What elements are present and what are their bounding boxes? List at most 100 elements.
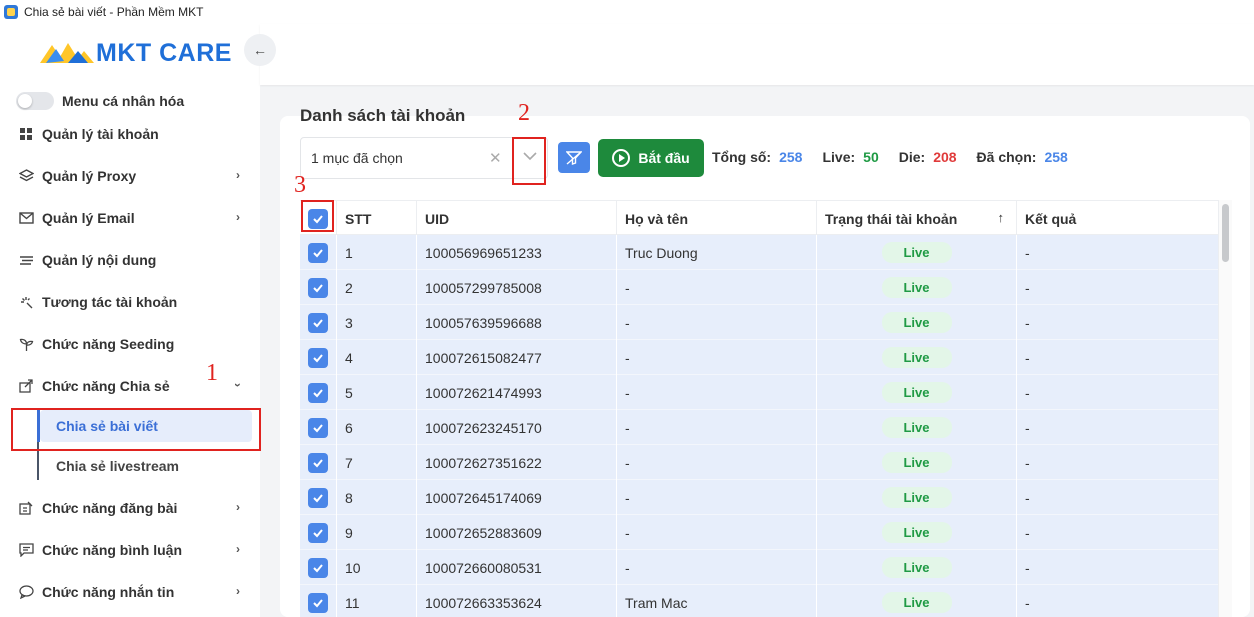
table-row[interactable]: 10 100072660080531- Live - xyxy=(300,550,1232,585)
sidebar-item-accounts[interactable]: Quản lý tài khoản xyxy=(18,120,244,148)
cell-stt: 8 xyxy=(337,480,417,515)
status-badge: Live xyxy=(881,592,952,613)
comment-icon xyxy=(18,542,34,558)
table-row[interactable]: 1 100056969651233 Truc Duong Live - xyxy=(300,235,1232,270)
row-checkbox[interactable] xyxy=(308,452,328,473)
row-checkbox-cell xyxy=(300,550,337,585)
annotation-number-3: 3 xyxy=(294,172,306,198)
sidebar-item-comment[interactable]: Chức năng bình luận › xyxy=(18,536,244,564)
clear-icon[interactable]: ✕ xyxy=(489,149,502,167)
sidebar-subitem-share-livestream[interactable]: Chia sẻ livestream xyxy=(40,450,252,482)
table-scrollbar-track[interactable] xyxy=(1218,200,1232,617)
sidebar-item-interaction[interactable]: Tương tác tài khoản xyxy=(18,288,244,316)
cell-stt: 1 xyxy=(337,235,417,270)
row-checkbox[interactable] xyxy=(308,487,328,508)
sidebar-item-proxy[interactable]: Quản lý Proxy › xyxy=(18,162,244,190)
cell-stt: 5 xyxy=(337,375,417,410)
sidebar-item-label: Quản lý tài khoản xyxy=(42,126,159,142)
row-checkbox-cell xyxy=(300,270,337,305)
column-header-status[interactable]: Trạng thái tài khoản ↑ xyxy=(817,201,1017,236)
cell-stt: 3 xyxy=(337,305,417,340)
status-badge: Live xyxy=(881,487,952,508)
chevron-right-icon: › xyxy=(236,542,240,556)
start-button[interactable]: Bắt đầu xyxy=(598,139,704,177)
cell-name: - xyxy=(617,480,817,515)
row-checkbox[interactable] xyxy=(308,592,328,613)
row-checkbox-cell xyxy=(300,585,337,617)
table-row[interactable]: 2 100057299785008- Live - xyxy=(300,270,1232,305)
row-checkbox-cell xyxy=(300,445,337,480)
row-checkbox[interactable] xyxy=(308,382,328,403)
filter-off-icon xyxy=(566,150,582,165)
table-row[interactable]: 5 100072621474993- Live - xyxy=(300,375,1232,410)
row-checkbox[interactable] xyxy=(308,242,328,263)
annotation-box-2 xyxy=(512,137,546,185)
column-header-uid[interactable]: UID xyxy=(417,201,617,236)
sidebar-item-posting[interactable]: Chức năng đăng bài › xyxy=(18,494,244,522)
stat-die: Die: 208 xyxy=(899,149,957,165)
play-circle-icon xyxy=(612,149,631,167)
status-badge: Live xyxy=(881,417,952,438)
table-row[interactable]: 6 100072623245170- Live - xyxy=(300,410,1232,445)
status-badge: Live xyxy=(881,382,952,403)
column-header-stt[interactable]: STT xyxy=(337,201,417,236)
status-badge: Live xyxy=(881,557,952,578)
stat-label: Die: xyxy=(898,149,926,165)
cell-name: Truc Duong xyxy=(617,235,817,270)
sidebar-item-content[interactable]: Quản lý nội dung xyxy=(18,246,244,274)
sidebar-item-label: Chức năng đăng bài xyxy=(42,500,178,516)
row-checkbox[interactable] xyxy=(308,277,328,298)
row-checkbox[interactable] xyxy=(308,522,328,543)
column-header-name[interactable]: Họ và tên xyxy=(617,201,817,236)
cell-uid: 100072627351622 xyxy=(417,445,617,480)
cell-name: - xyxy=(617,410,817,445)
cell-result: - xyxy=(1017,270,1232,305)
personalize-menu-toggle[interactable] xyxy=(16,92,54,110)
row-checkbox[interactable] xyxy=(308,312,328,333)
cell-uid: 100072623245170 xyxy=(417,410,617,445)
table-row[interactable]: 4 100072615082477- Live - xyxy=(300,340,1232,375)
cell-stt: 9 xyxy=(337,515,417,550)
cell-stt: 10 xyxy=(337,550,417,585)
stat-total: Tổng số: 258 xyxy=(712,149,802,165)
cell-result: - xyxy=(1017,410,1232,445)
cell-status: Live xyxy=(817,235,1017,270)
row-checkbox[interactable] xyxy=(308,557,328,578)
cell-status: Live xyxy=(817,340,1017,375)
cell-stt: 6 xyxy=(337,410,417,445)
stat-value: 258 xyxy=(779,149,803,165)
post-icon xyxy=(18,500,34,516)
row-checkbox-cell xyxy=(300,340,337,375)
chevron-down-icon: › xyxy=(231,383,245,387)
row-checkbox[interactable] xyxy=(308,347,328,368)
table-row[interactable]: 11 100072663353624 Tram Mac Live - xyxy=(300,585,1232,617)
table-row[interactable]: 7 100072627351622- Live - xyxy=(300,445,1232,480)
cell-result: - xyxy=(1017,550,1232,585)
table-scrollbar-thumb[interactable] xyxy=(1222,204,1229,262)
sort-up-icon[interactable]: ↑ xyxy=(998,210,1005,225)
clear-filter-button[interactable] xyxy=(558,142,590,173)
selection-dropdown[interactable]: 1 mục đã chọn ✕ xyxy=(300,137,548,179)
cell-result: - xyxy=(1017,340,1232,375)
sidebar-item-seeding[interactable]: Chức năng Seeding xyxy=(18,330,244,358)
column-header-result[interactable]: Kết quả xyxy=(1017,201,1232,236)
cell-name: - xyxy=(617,270,817,305)
layers-icon xyxy=(18,168,34,184)
chevron-right-icon: › xyxy=(236,210,240,224)
table-row[interactable]: 3 100057639596688- Live - xyxy=(300,305,1232,340)
window-title: Chia sẻ bài viết - Phần Mềm MKT xyxy=(24,5,204,19)
sidebar-item-email[interactable]: Quản lý Email › xyxy=(18,204,244,232)
table-row[interactable]: 8 100072645174069- Live - xyxy=(300,480,1232,515)
cell-name: - xyxy=(617,550,817,585)
sidebar-item-label: Tương tác tài khoản xyxy=(42,294,178,310)
cell-status: Live xyxy=(817,480,1017,515)
share-icon xyxy=(18,378,34,394)
row-checkbox[interactable] xyxy=(308,417,328,438)
table-row[interactable]: 9 100072652883609- Live - xyxy=(300,515,1232,550)
annotation-box-1 xyxy=(11,408,261,451)
cell-uid: 100072663353624 xyxy=(417,585,617,617)
table-header: STT UID Họ và tên Trạng thái tài khoản ↑… xyxy=(300,200,1232,236)
sidebar-item-message[interactable]: Chức năng nhắn tin › xyxy=(18,578,244,606)
collapse-sidebar-button[interactable]: ← xyxy=(244,34,276,66)
cell-status: Live xyxy=(817,550,1017,585)
